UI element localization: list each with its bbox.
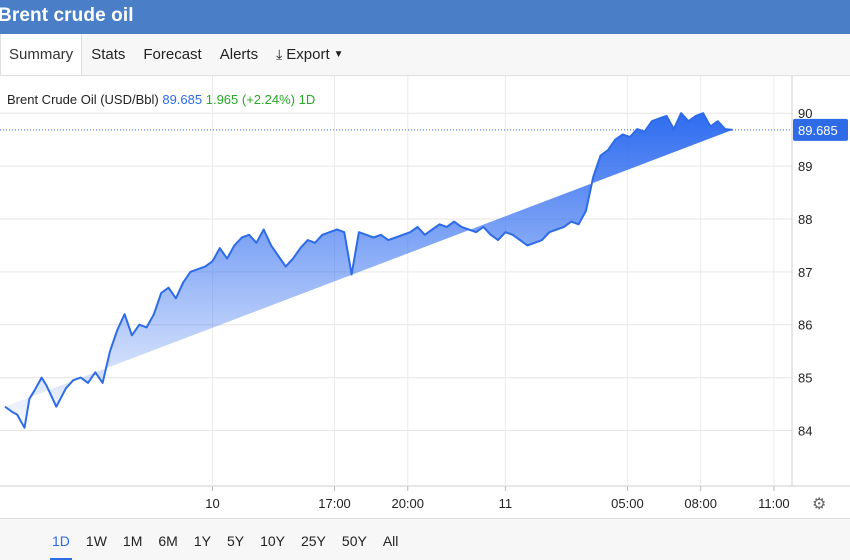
tab-bar: Summary Stats Forecast Alerts ⤓ Export ▼ bbox=[0, 34, 850, 76]
tab-stats[interactable]: Stats bbox=[82, 34, 134, 75]
range-6m[interactable]: 6M bbox=[158, 525, 177, 555]
range-5y[interactable]: 5Y bbox=[227, 525, 244, 555]
range-1d[interactable]: 1D bbox=[50, 525, 72, 560]
range-all[interactable]: All bbox=[383, 525, 399, 555]
download-icon: ⤓ bbox=[276, 46, 283, 62]
x-tick-label: 20:00 bbox=[391, 496, 424, 511]
tab-summary-label: Summary bbox=[9, 46, 74, 63]
y-tick-label: 85 bbox=[798, 371, 812, 386]
x-tick-label: 11 bbox=[499, 496, 513, 511]
y-tick-label: 89 bbox=[798, 159, 812, 174]
tab-forecast-label: Forecast bbox=[143, 46, 202, 63]
x-tick-label: 10 bbox=[205, 496, 219, 511]
tab-forecast[interactable]: Forecast bbox=[134, 34, 210, 75]
range-1y[interactable]: 1Y bbox=[194, 525, 211, 555]
x-tick-label: 11:00 bbox=[758, 496, 790, 511]
export-label: Export bbox=[286, 46, 330, 63]
export-button[interactable]: ⤓ Export ▼ bbox=[267, 34, 352, 75]
x-tick-label: 17:00 bbox=[318, 496, 351, 511]
range-1w[interactable]: 1W bbox=[86, 525, 107, 555]
tab-summary[interactable]: Summary bbox=[0, 34, 83, 75]
chart-grid bbox=[0, 76, 850, 487]
current-price-tag-label: 89.685 bbox=[798, 123, 838, 138]
x-tick-label: 08:00 bbox=[684, 496, 717, 511]
price-area-fill bbox=[5, 113, 733, 428]
caret-down-icon: ▼ bbox=[333, 49, 344, 60]
tab-alerts[interactable]: Alerts bbox=[211, 34, 267, 75]
y-tick-label: 88 bbox=[798, 212, 812, 227]
y-tick-label: 84 bbox=[798, 423, 812, 438]
range-1m[interactable]: 1M bbox=[123, 525, 142, 555]
range-10y[interactable]: 10Y bbox=[260, 525, 285, 555]
y-tick-label: 86 bbox=[798, 318, 812, 333]
y-tick-label: 87 bbox=[798, 265, 812, 280]
x-tick-label: 05:00 bbox=[611, 496, 644, 511]
range-50y[interactable]: 50Y bbox=[342, 525, 367, 555]
app-title-bar: Brent crude oil bbox=[0, 0, 850, 34]
price-chart[interactable]: 84858687888990 10 17:00 20:00 11 05:00 08:00 1… bbox=[0, 76, 850, 518]
tab-stats-label: Stats bbox=[91, 46, 126, 63]
range-selector: 1D 1W 1M 6M 1Y 5Y 10Y 25Y 50Y All bbox=[0, 518, 850, 560]
current-price-tag: 89.685 bbox=[793, 118, 848, 141]
gear-icon[interactable]: ⚙ bbox=[812, 494, 826, 514]
tab-alerts-label: Alerts bbox=[219, 46, 259, 63]
app-title: Brent crude oil bbox=[0, 5, 134, 26]
x-axis: 10 17:00 20:00 11 05:00 08:00 11:00 bbox=[205, 486, 790, 511]
range-25y[interactable]: 25Y bbox=[301, 525, 326, 555]
